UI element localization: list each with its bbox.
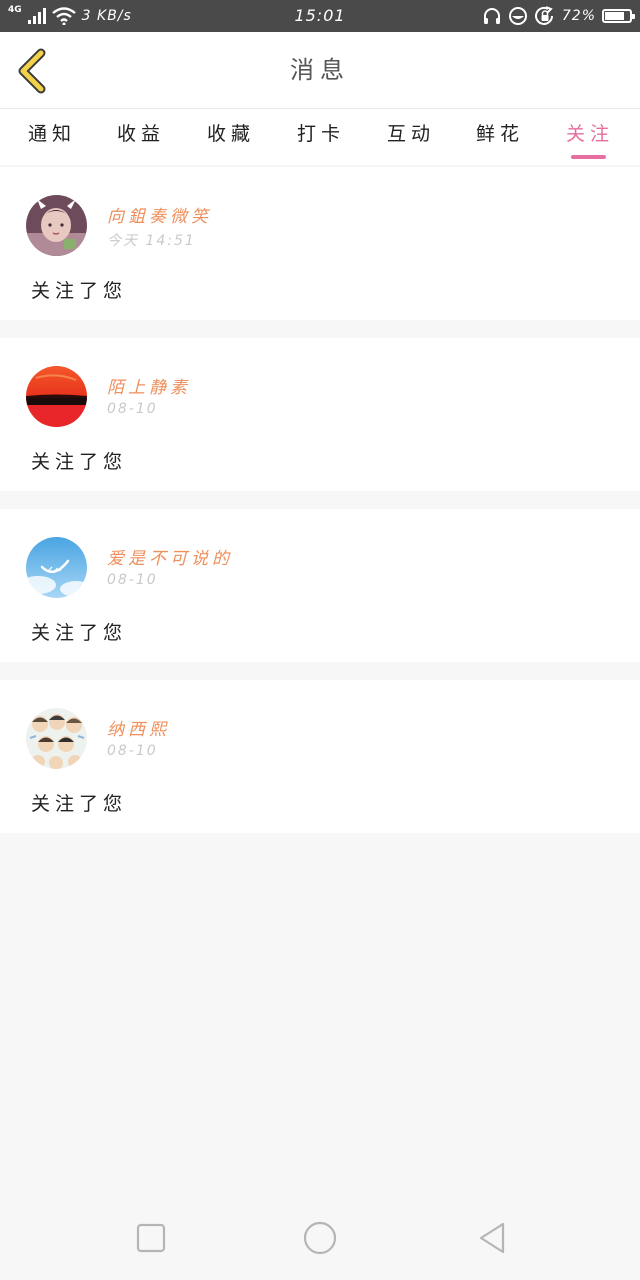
message-text: 关注了您 xyxy=(31,280,128,302)
header: 消息 xyxy=(0,32,640,109)
square-icon xyxy=(136,1223,166,1253)
message-time: 08-10 xyxy=(107,572,158,588)
tab-notifications[interactable]: 通知 xyxy=(12,119,92,146)
circle-icon xyxy=(303,1221,337,1255)
avatar[interactable] xyxy=(26,366,87,427)
avatar[interactable] xyxy=(26,195,87,256)
triangle-back-icon xyxy=(479,1222,505,1254)
message-text: 关注了您 xyxy=(31,793,128,815)
tab-checkin[interactable]: 打卡 xyxy=(281,119,361,146)
status-bar: 4G 3 KB/s 15:01 72% xyxy=(0,0,640,32)
tab-favorites[interactable]: 收藏 xyxy=(191,119,271,146)
avatar[interactable] xyxy=(26,708,87,769)
recent-apps-button[interactable] xyxy=(131,1218,171,1258)
tab-bar: 通知 收益 收藏 打卡 互动 鲜花 关注 xyxy=(0,109,640,165)
username[interactable]: 纳西熙 xyxy=(107,715,170,740)
headphones-icon xyxy=(483,8,500,24)
system-back-button[interactable] xyxy=(472,1218,512,1258)
battery-fill xyxy=(605,12,624,20)
message-item[interactable]: 陌上静素 08-10 关注了您 xyxy=(0,338,640,491)
message-text: 关注了您 xyxy=(31,622,128,644)
active-tab-indicator xyxy=(571,155,606,159)
battery-icon xyxy=(602,9,635,23)
message-item[interactable]: 向鉏奏微笑 今天 14:51 关注了您 xyxy=(0,167,640,320)
tab-flowers[interactable]: 鲜花 xyxy=(460,119,540,146)
message-item[interactable]: 爱是不可说的 08-10 关注了您 xyxy=(0,509,640,662)
message-time: 08-10 xyxy=(107,401,158,417)
username[interactable]: 向鉏奏微笑 xyxy=(107,202,212,227)
home-button[interactable] xyxy=(300,1218,340,1258)
tab-earnings[interactable]: 收益 xyxy=(101,119,181,146)
avatar[interactable] xyxy=(26,537,87,598)
tab-follows[interactable]: 关注 xyxy=(550,119,630,146)
message-text: 关注了您 xyxy=(31,451,128,473)
battery-percent: 72% xyxy=(561,8,596,24)
page-title: 消息 xyxy=(290,56,350,84)
rotation-lock-icon xyxy=(534,6,553,25)
tab-interactions[interactable]: 互动 xyxy=(371,119,451,146)
message-time: 08-10 xyxy=(107,743,158,759)
message-item[interactable]: 纳西熙 08-10 关注了您 xyxy=(0,680,640,833)
eye-protection-icon xyxy=(508,7,527,25)
username[interactable]: 爱是不可说的 xyxy=(107,544,233,569)
username[interactable]: 陌上静素 xyxy=(107,373,191,398)
status-right: 72% xyxy=(482,0,635,32)
message-time: 今天 14:51 xyxy=(107,233,196,249)
